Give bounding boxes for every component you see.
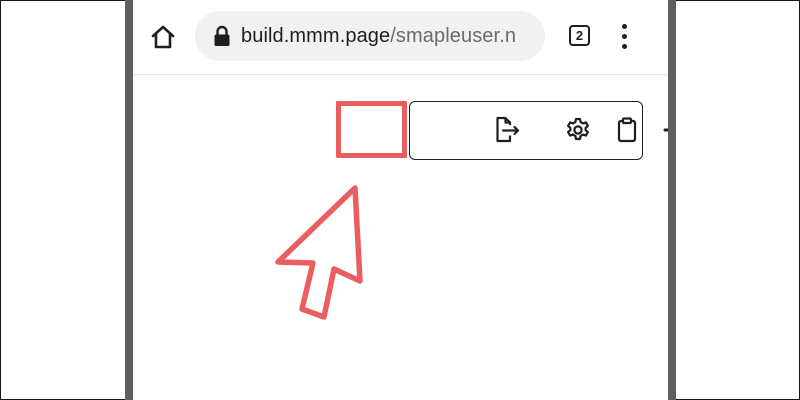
home-button[interactable] [147,22,179,52]
phone-screen: build.mmm.page/smapleuser.n 2 [133,0,668,400]
plus-icon [663,128,668,132]
highlight-box [336,101,407,158]
gear-icon [567,117,589,141]
url-path: /smapleuser.n [390,25,517,47]
browser-toolbar: build.mmm.page/smapleuser.n 2 [133,0,668,75]
settings-button[interactable] [563,115,593,145]
file-export-icon [496,116,520,143]
url-host: build.mmm.page [241,25,391,47]
export-button[interactable] [492,115,522,145]
pointer-arrow-icon [275,185,363,320]
clipboard-button[interactable] [612,115,642,145]
phone-bezel-right [668,0,676,400]
page-toolbar [409,101,668,160]
home-icon [151,25,175,49]
url-text: build.mmm.page/smapleuser.n [241,24,516,48]
lock-icon [214,25,230,46]
phone-bezel-left [125,0,133,400]
tab-switcher-button[interactable]: 2 [569,25,590,46]
more-vert-icon[interactable] [621,24,629,50]
clipboard-icon [617,117,637,143]
address-bar[interactable]: build.mmm.page/smapleuser.n [195,11,545,61]
add-button[interactable] [659,115,668,145]
